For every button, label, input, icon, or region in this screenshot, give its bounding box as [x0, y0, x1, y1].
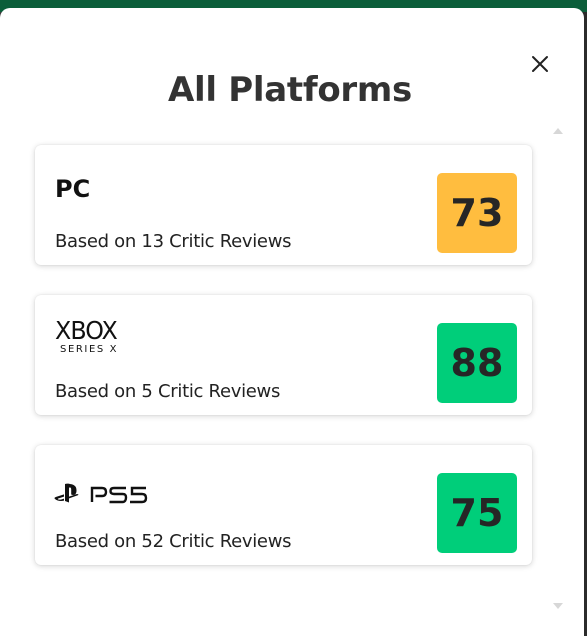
playstation-icon: [54, 483, 148, 504]
score-badge[interactable]: 75: [437, 473, 517, 553]
scroll-down-arrow[interactable]: [553, 603, 563, 609]
platform-subtext: SERIES X: [60, 344, 119, 355]
review-count: Based on 5 Critic Reviews: [55, 381, 281, 402]
platforms-modal: All Platforms PC Based on 13 Critic Revi…: [0, 8, 584, 636]
platform-card-ps5[interactable]: Based on 52 Critic Reviews 75: [35, 445, 532, 565]
platform-name: XBOX: [55, 316, 118, 345]
score-badge[interactable]: 88: [437, 323, 517, 403]
modal-title: All Platforms: [168, 70, 412, 110]
platform-card-xbox[interactable]: XBOX SERIES X Based on 5 Critic Reviews …: [35, 295, 532, 415]
xbox-series-x-logo: XBOX SERIES X: [55, 316, 135, 356]
scroll-up-arrow[interactable]: [553, 128, 563, 134]
review-count: Based on 52 Critic Reviews: [55, 531, 292, 552]
review-count: Based on 13 Critic Reviews: [55, 231, 292, 252]
platform-name: PC: [55, 175, 91, 203]
platform-card-pc[interactable]: PC Based on 13 Critic Reviews 73: [35, 145, 532, 265]
score-badge[interactable]: 73: [437, 173, 517, 253]
ps5-logo: [54, 483, 164, 505]
